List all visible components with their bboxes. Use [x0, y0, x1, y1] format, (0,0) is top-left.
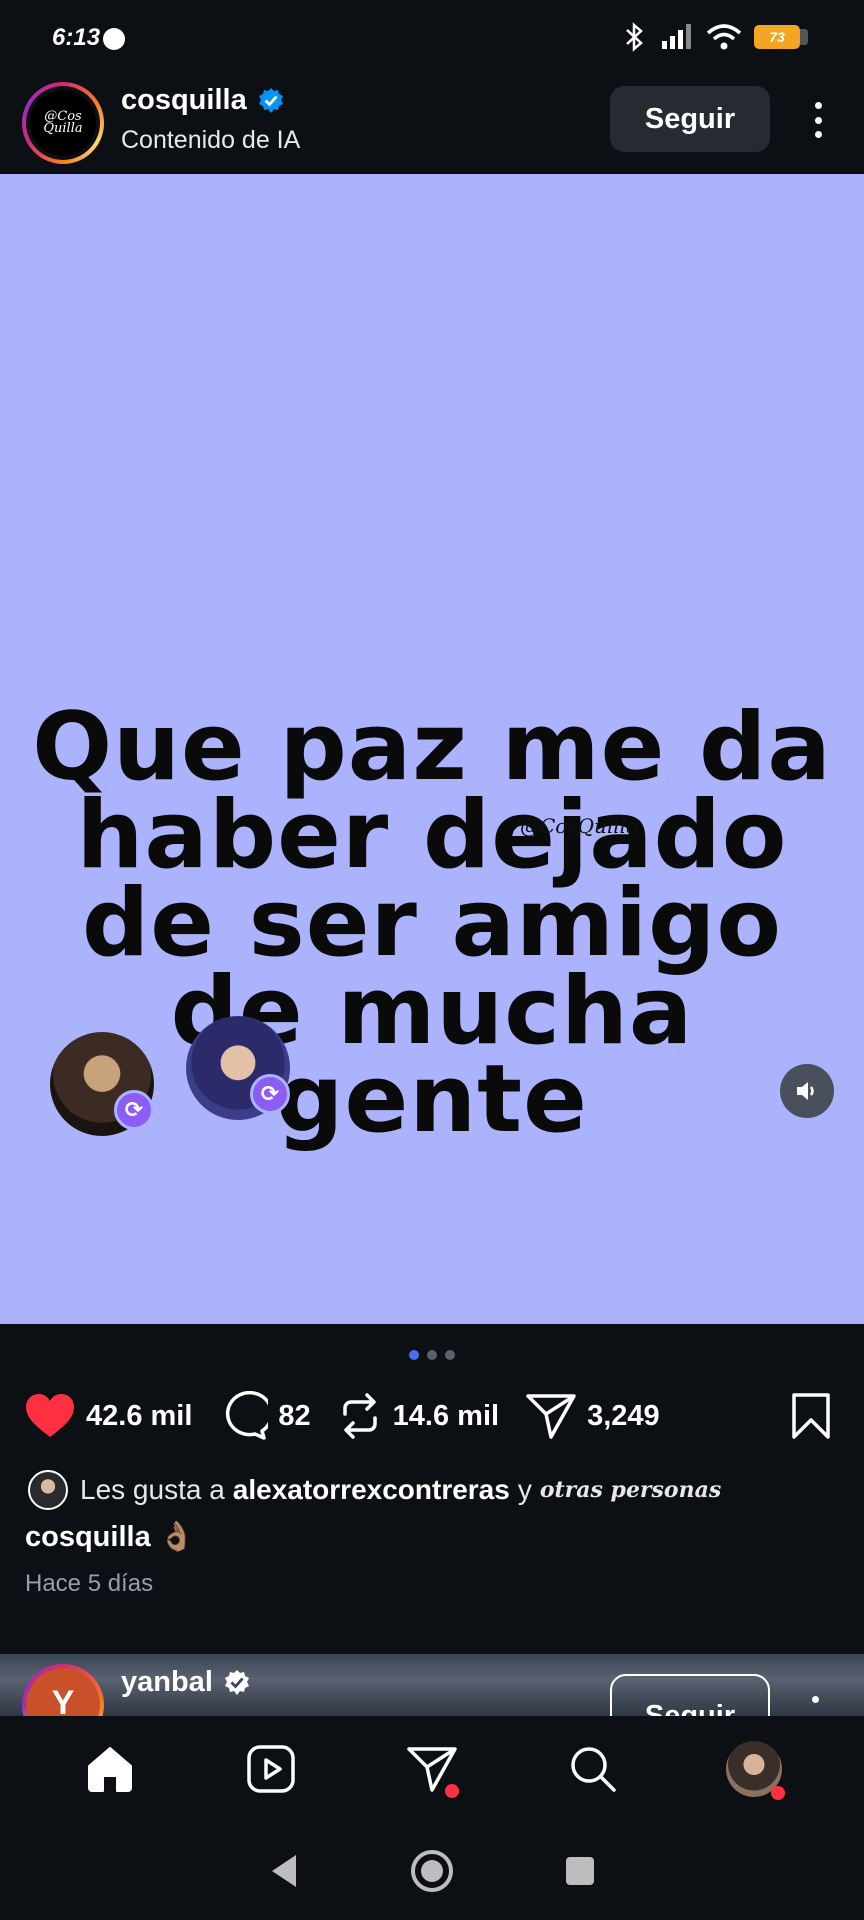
liked-by-join: y: [517, 1474, 532, 1505]
bookmark-icon[interactable]: [790, 1392, 832, 1440]
home-button-icon[interactable]: [410, 1849, 454, 1893]
liked-by-avatar: [28, 1470, 68, 1510]
bottom-nav: [0, 1716, 864, 1822]
more-options-icon[interactable]: [800, 98, 836, 142]
repost-action[interactable]: 14.6 mil: [337, 1392, 499, 1440]
heart-icon[interactable]: [24, 1393, 76, 1439]
ai-content-label[interactable]: Contenido de IA: [121, 126, 300, 155]
comment-icon[interactable]: [218, 1391, 269, 1441]
search-icon[interactable]: [568, 1744, 618, 1794]
post-actions: 42.6 mil 82 14.6 mil 3,249: [24, 1388, 844, 1444]
sound-toggle-button[interactable]: [780, 1064, 834, 1118]
caption-username[interactable]: cosquilla: [25, 1521, 151, 1553]
like-count[interactable]: 42.6 mil: [86, 1400, 192, 1433]
reels-icon[interactable]: [246, 1744, 296, 1794]
share-count[interactable]: 3,249: [587, 1400, 660, 1433]
verified-badge-icon: [224, 1669, 249, 1695]
next-author-username[interactable]: yanbal: [121, 1666, 213, 1699]
notification-icon: [103, 28, 125, 50]
liked-by-others[interactable]: otras personas: [540, 1477, 721, 1503]
status-icons: 73: [622, 22, 808, 52]
liked-by-prefix: Les gusta a: [80, 1474, 225, 1505]
comment-action[interactable]: 82: [218, 1391, 311, 1441]
comment-count[interactable]: 82: [278, 1400, 310, 1433]
nav-home[interactable]: [75, 1734, 145, 1804]
next-post-header: Y yanbal Seguir: [0, 1654, 864, 1716]
carousel-dot: [409, 1350, 419, 1360]
caption-text: 👌🏽: [158, 1521, 195, 1553]
share-action[interactable]: 3,249: [525, 1392, 660, 1440]
verified-badge-icon: [258, 87, 283, 113]
battery-icon: 73: [754, 25, 808, 49]
repost-count[interactable]: 14.6 mil: [393, 1400, 499, 1433]
liked-by-user[interactable]: alexatorrexcontreras: [233, 1474, 510, 1506]
next-more-options-icon[interactable]: [812, 1696, 819, 1703]
next-author-avatar[interactable]: Y: [22, 1664, 104, 1716]
messages-badge: [444, 1784, 459, 1798]
repost-badge-icon: ⟳: [250, 1074, 290, 1114]
author-username-row[interactable]: cosquilla: [121, 84, 285, 117]
speaker-icon: [797, 1082, 814, 1100]
next-follow-button[interactable]: Seguir: [610, 1674, 770, 1716]
carousel-indicator: [0, 1350, 864, 1360]
send-icon[interactable]: [525, 1392, 577, 1440]
author-avatar[interactable]: @Cos Quilla: [22, 82, 104, 164]
system-navigation: [0, 1822, 864, 1920]
nav-messages[interactable]: [397, 1734, 467, 1804]
author-avatar-logo: @Cos Quilla: [30, 90, 96, 156]
nav-reels[interactable]: [236, 1734, 306, 1804]
liked-by-line[interactable]: Les gusta a alexatorrexcontreras y otras…: [28, 1470, 721, 1510]
carousel-dot: [445, 1350, 455, 1360]
profile-badge: [770, 1786, 785, 1800]
like-action[interactable]: 42.6 mil: [24, 1393, 192, 1439]
author-username[interactable]: cosquilla: [121, 84, 247, 117]
bluetooth-icon: [626, 22, 643, 52]
post-image[interactable]: Que paz me da haber dejado de ser amigo …: [0, 174, 864, 1324]
next-author-avatar-letter: Y: [26, 1668, 100, 1716]
home-icon[interactable]: [85, 1744, 135, 1794]
status-time: 6:13: [52, 24, 101, 51]
next-author-username-row[interactable]: yanbal: [121, 1666, 251, 1699]
follow-button[interactable]: Seguir: [610, 86, 770, 152]
back-icon[interactable]: [268, 1853, 300, 1889]
nav-profile[interactable]: [719, 1734, 789, 1804]
post-header: @Cos Quilla cosquilla Contenido de IA Se…: [0, 78, 864, 174]
image-watermark: @CosQuilla: [520, 814, 638, 838]
repost-badge-icon: ⟳: [114, 1090, 154, 1130]
nav-search[interactable]: [558, 1734, 628, 1804]
battery-level: 73: [754, 25, 800, 49]
status-bar: 6:13 73: [0, 0, 864, 78]
post-timestamp: Hace 5 días: [25, 1570, 154, 1597]
post-caption: cosquilla 👌🏽: [25, 1520, 195, 1554]
carousel-dot: [427, 1350, 437, 1360]
signal-icon: [662, 24, 691, 49]
repost-icon[interactable]: [337, 1392, 383, 1440]
recents-icon[interactable]: [564, 1855, 596, 1887]
wifi-icon: [706, 24, 742, 50]
